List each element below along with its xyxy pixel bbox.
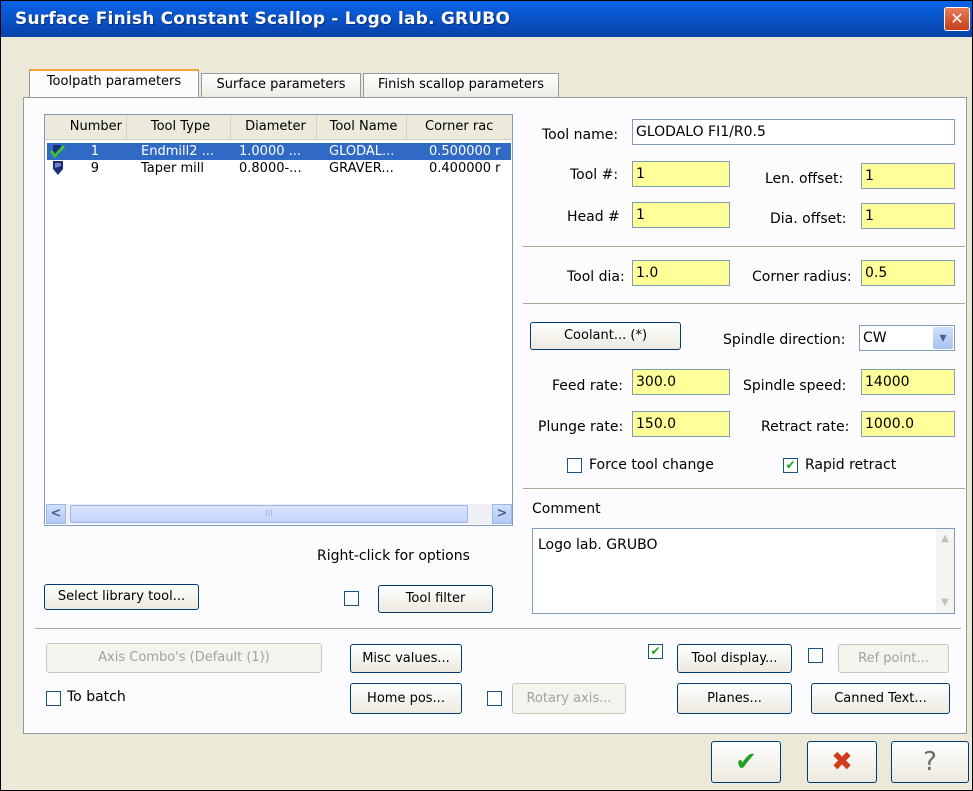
column-header-diameter[interactable]: Diameter [231,115,317,139]
column-header-tool-type[interactable]: Tool Type [127,115,231,139]
feed-rate-label: Feed rate: [552,378,624,394]
to-batch-checkbox[interactable] [46,691,61,706]
column-header-number[interactable]: Number [45,115,127,139]
axis-combo-button[interactable]: Axis Combo's (Default (1)) [46,643,322,673]
tool-list-header: Number Tool Type Diameter Tool Name Corn… [45,115,512,140]
chevron-left-icon: < [50,506,62,521]
coolant-button[interactable]: Coolant... (*) [530,322,681,350]
cancel-icon: ✖ [831,747,853,777]
corner-radius-field[interactable]: 0.5 [861,260,955,286]
cancel-button[interactable]: ✖ [807,741,877,783]
divider [35,628,961,630]
spindle-direction-value: CW [863,330,887,346]
tool-list-scrollbar[interactable]: < III > [46,504,512,524]
scroll-left-button[interactable]: < [46,504,66,524]
scroll-down-icon[interactable]: ▼ [937,595,953,611]
tool-corner-radius: 0.400000 r [429,161,501,176]
tool-name: GLODAL... [329,144,395,159]
spindle-direction-select[interactable]: CW ▾ [859,325,955,351]
check-icon: ✔ [735,747,757,777]
tool-filter-checkbox[interactable] [344,591,359,606]
len-offset-field[interactable]: 1 [861,163,955,189]
title-bar: Surface Finish Constant Scallop - Logo l… [1,1,972,37]
tool-list[interactable]: Number Tool Type Diameter Tool Name Corn… [44,114,513,526]
right-click-hint: Right-click for options [317,548,470,564]
window-title: Surface Finish Constant Scallop - Logo l… [15,9,511,29]
canned-text-button[interactable]: Canned Text... [811,683,950,714]
comment-text: Logo lab. GRUBO [538,537,658,553]
comment-textarea[interactable]: Logo lab. GRUBO ▲ ▼ [532,528,955,614]
head-number-field[interactable]: 1 [632,202,730,228]
ref-point-button[interactable]: Ref point... [838,644,949,673]
rapid-retract-checkbox[interactable]: ✔ [783,458,798,473]
spindle-speed-label: Spindle speed: [743,378,847,394]
dia-offset-field[interactable]: 1 [861,203,955,229]
comment-label: Comment [532,501,601,517]
select-library-tool-button[interactable]: Select library tool... [44,584,199,610]
column-header-corner-radius[interactable]: Corner rac [407,115,512,139]
comment-scrollbar[interactable]: ▲ ▼ [936,529,954,613]
retract-rate-field[interactable]: 1000.0 [861,411,955,437]
to-batch-label: To batch [67,689,126,705]
check-icon: ✔ [785,458,796,472]
force-tool-change-label: Force tool change [589,457,714,473]
tool-number: 9 [90,161,99,176]
misc-values-button[interactable]: Misc values... [350,644,462,673]
tool-corner-radius: 0.500000 r [429,144,501,159]
feed-rate-field[interactable]: 300.0 [632,369,730,395]
column-header-tool-name[interactable]: Tool Name [317,115,407,139]
rapid-retract-label: Rapid retract [805,457,897,473]
ref-point-checkbox[interactable] [808,648,823,663]
dialog-window: Surface Finish Constant Scallop - Logo l… [0,0,973,791]
divider [523,303,965,305]
tool-row[interactable]: 1 Endmill2 ... 1.0000 ... GLODAL... 0.50… [47,143,511,160]
tool-display-checkbox[interactable]: ✔ [648,644,663,659]
dia-offset-label: Dia. offset: [770,211,847,227]
corner-radius-label: Corner radius: [752,269,852,285]
tool-dia-field[interactable]: 1.0 [632,260,730,286]
tool-filter-button[interactable]: Tool filter [378,585,493,613]
tool-name-label: Tool name: [542,127,619,143]
tool-row[interactable]: 9 Taper mill 0.8000-... GRAVER... 0.4000… [47,160,511,177]
divider [523,246,965,248]
ok-button[interactable]: ✔ [711,741,781,783]
tool-name: GRAVER... [329,161,394,176]
help-button[interactable]: ? [891,741,969,783]
planes-button[interactable]: Planes... [677,683,792,714]
retract-rate-label: Retract rate: [761,419,850,435]
divider [523,488,965,490]
tool-number: 1 [90,144,99,159]
tool-diameter: 1.0000 ... [239,144,302,159]
close-icon: ✕ [950,9,964,28]
scroll-thumb[interactable]: III [70,505,468,523]
tab-finish-scallop-parameters[interactable]: Finish scallop parameters [363,73,559,97]
rotary-axis-checkbox[interactable] [487,691,502,706]
force-tool-change-checkbox[interactable] [567,458,582,473]
tool-name-field[interactable]: GLODALO FI1/R0.5 [632,119,955,145]
head-number-label: Head # [567,209,620,225]
tool-display-button[interactable]: Tool display... [677,644,792,673]
len-offset-label: Len. offset: [765,171,844,187]
tool-number-field[interactable]: 1 [632,161,730,187]
spindle-direction-label: Spindle direction: [723,332,846,348]
tab-surface-parameters[interactable]: Surface parameters [201,73,361,97]
scroll-up-icon[interactable]: ▲ [937,531,953,547]
tool-number-label: Tool #: [570,167,619,183]
plunge-rate-label: Plunge rate: [538,419,624,435]
rotary-axis-button[interactable]: Rotary axis... [512,683,626,714]
scroll-right-button[interactable]: > [492,504,512,524]
chevron-down-icon[interactable]: ▾ [933,327,953,349]
chevron-right-icon: > [496,506,508,521]
home-pos-button[interactable]: Home pos... [350,683,462,714]
plunge-rate-field[interactable]: 150.0 [632,411,730,437]
tool-diameter: 0.8000-... [239,161,302,176]
close-button[interactable]: ✕ [944,7,970,31]
scroll-grip-icon: III [265,509,273,519]
spindle-speed-field[interactable]: 14000 [861,369,955,395]
tool-type: Taper mill [141,161,204,176]
tool-dia-label: Tool dia: [567,269,625,285]
help-icon: ? [923,747,937,777]
tool-type: Endmill2 ... [141,144,215,159]
tab-toolpath-parameters[interactable]: Toolpath parameters [29,69,199,97]
